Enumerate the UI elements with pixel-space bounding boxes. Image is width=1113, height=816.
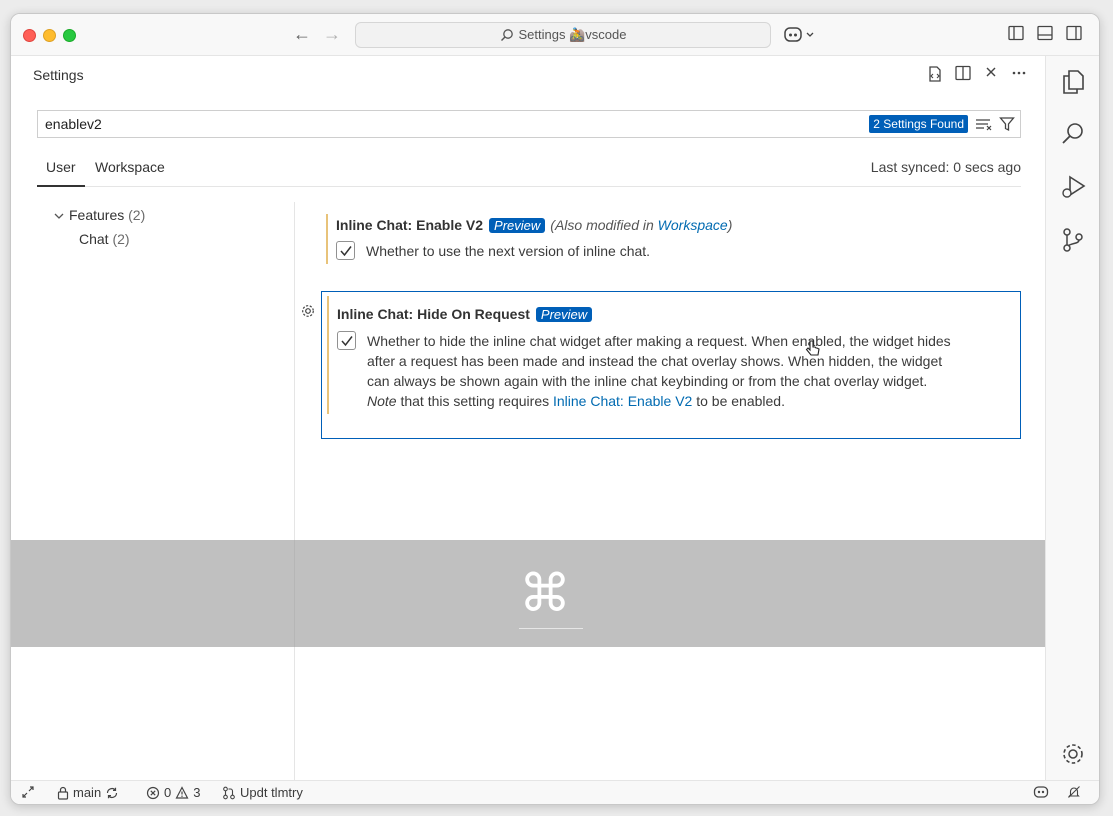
setting-description: Whether to hide the inline chat widget a… <box>367 331 1017 411</box>
note-text-before: that this setting requires <box>400 393 550 409</box>
sync-icon <box>107 787 118 798</box>
note-text-after: to be enabled. <box>696 393 785 409</box>
vscode-window: ← → Settings 🚵vscode Settings enablev2 2… <box>10 13 1100 805</box>
setting-gear-icon[interactable] <box>300 303 316 324</box>
description-line: Whether to hide the inline chat widget a… <box>367 333 951 349</box>
toc-divider <box>294 202 295 792</box>
lock-icon <box>57 786 69 800</box>
overlay-underline <box>519 628 583 629</box>
chevron-down-icon <box>54 213 64 220</box>
tab-user[interactable]: User <box>37 159 85 187</box>
remote-indicator-icon[interactable] <box>21 785 35 799</box>
source-control-icon[interactable] <box>1059 226 1087 259</box>
toc-features-count: (2) <box>128 207 146 223</box>
modified-indicator <box>326 214 328 264</box>
more-actions-icon[interactable] <box>1005 65 1033 88</box>
git-pull-request-icon <box>223 786 235 799</box>
open-settings-json-icon[interactable] <box>921 65 949 88</box>
setting-title: Inline Chat: Enable V2 Preview (Also modif… <box>336 217 732 233</box>
mouse-pointer-hand-icon <box>803 339 823 364</box>
warning-count: 3 <box>193 785 201 800</box>
notifications-off-icon[interactable] <box>1067 785 1081 799</box>
enable-v2-setting-link[interactable]: Inline Chat: Enable V2 <box>553 393 692 409</box>
task-status[interactable]: Updt tlmtry <box>222 785 303 800</box>
go-forward-icon[interactable]: → <box>321 24 343 45</box>
modified-indicator <box>327 296 329 414</box>
editor-title: Settings <box>33 67 84 83</box>
manage-gear-icon[interactable] <box>1059 740 1087 773</box>
toc-chat-label: Chat <box>79 231 109 247</box>
status-bar: main 0 3 Updt tlmtry <box>11 780 1099 804</box>
filter-icon[interactable] <box>999 116 1015 135</box>
split-editor-icon[interactable] <box>949 65 977 88</box>
checkmark-icon <box>341 336 353 347</box>
command-center[interactable]: Settings 🚵vscode <box>355 22 771 48</box>
modified-prefix: (Also modified in <box>550 217 654 233</box>
copilot-menu-icon[interactable] <box>783 25 817 50</box>
settings-scope-tabs: User Workspace Last synced: 0 secs ago <box>37 159 1021 187</box>
task-label: Updt tlmtry <box>240 785 303 800</box>
search-icon[interactable] <box>1059 120 1087 153</box>
setting-title-text: Inline Chat: Hide On Request <box>337 306 530 322</box>
modified-suffix: ) <box>727 217 733 233</box>
setting-title-text: Inline Chat: Enable V2 <box>336 217 484 233</box>
last-synced-text: Last synced: 0 secs ago <box>870 159 1021 175</box>
error-count: 0 <box>164 785 172 800</box>
setting-inline-chat-hide-on-request: Inline Chat: Hide On Request Preview Whet… <box>321 291 1021 439</box>
settings-found-badge: 2 Settings Found <box>869 115 968 133</box>
close-editor-icon[interactable] <box>977 65 1005 88</box>
minimize-window-button[interactable] <box>43 29 56 42</box>
settings-search-input[interactable]: enablev2 2 Settings Found <box>37 110 1021 138</box>
toggle-panel-icon[interactable] <box>1037 25 1053 46</box>
go-back-icon[interactable]: ← <box>291 24 313 45</box>
warning-icon <box>175 785 189 799</box>
description-note: Note that this setting requires Inline C… <box>367 391 1017 411</box>
toc-item-features[interactable]: Features (2) <box>53 207 145 223</box>
description-line: can always be shown again with the inlin… <box>367 373 928 389</box>
workspace-link[interactable]: Workspace <box>658 217 728 233</box>
error-icon <box>146 786 160 799</box>
keystroke-overlay: ⌘ <box>11 540 1099 647</box>
title-bar: ← → Settings 🚵vscode <box>11 14 1099 56</box>
command-center-label: Settings 🚵vscode <box>518 27 627 42</box>
toc-features-label: Features <box>69 207 125 223</box>
preview-badge: Preview <box>535 307 593 322</box>
setting-title: Inline Chat: Hide On Request Preview <box>337 306 593 322</box>
clear-filter-icon[interactable] <box>975 116 993 135</box>
editor-actions <box>921 65 1033 88</box>
search-value: enablev2 <box>45 116 102 132</box>
hide-on-request-checkbox[interactable] <box>337 331 356 350</box>
checkmark-icon <box>340 246 352 257</box>
description-line: after a request has been made and instea… <box>367 353 943 369</box>
copilot-status-icon[interactable] <box>1033 785 1049 799</box>
explorer-icon[interactable] <box>1059 68 1087 101</box>
setting-inline-chat-enable-v2: Inline Chat: Enable V2 Preview (Also modif… <box>321 210 1021 268</box>
branch-status[interactable]: main <box>57 785 119 800</box>
run-and-debug-icon[interactable] <box>1059 173 1087 206</box>
command-key-glyph: ⌘ <box>519 564 571 624</box>
close-window-button[interactable] <box>23 29 36 42</box>
toggle-primary-sidebar-icon[interactable] <box>1008 25 1024 46</box>
search-icon <box>500 29 513 41</box>
branch-name: main <box>73 785 102 800</box>
toc-item-chat[interactable]: Chat (2) <box>79 231 130 247</box>
preview-badge: Preview <box>489 218 546 233</box>
maximize-window-button[interactable] <box>63 29 76 42</box>
tab-workspace[interactable]: Workspace <box>95 159 165 186</box>
note-label: Note <box>367 393 397 409</box>
problems-status[interactable]: 0 3 <box>146 785 200 800</box>
toggle-secondary-sidebar-icon[interactable] <box>1066 25 1082 46</box>
setting-description: Whether to use the next version of inlin… <box>366 243 651 259</box>
activity-bar <box>1045 56 1099 782</box>
enable-v2-checkbox[interactable] <box>336 241 355 260</box>
toc-chat-count: (2) <box>112 231 130 247</box>
